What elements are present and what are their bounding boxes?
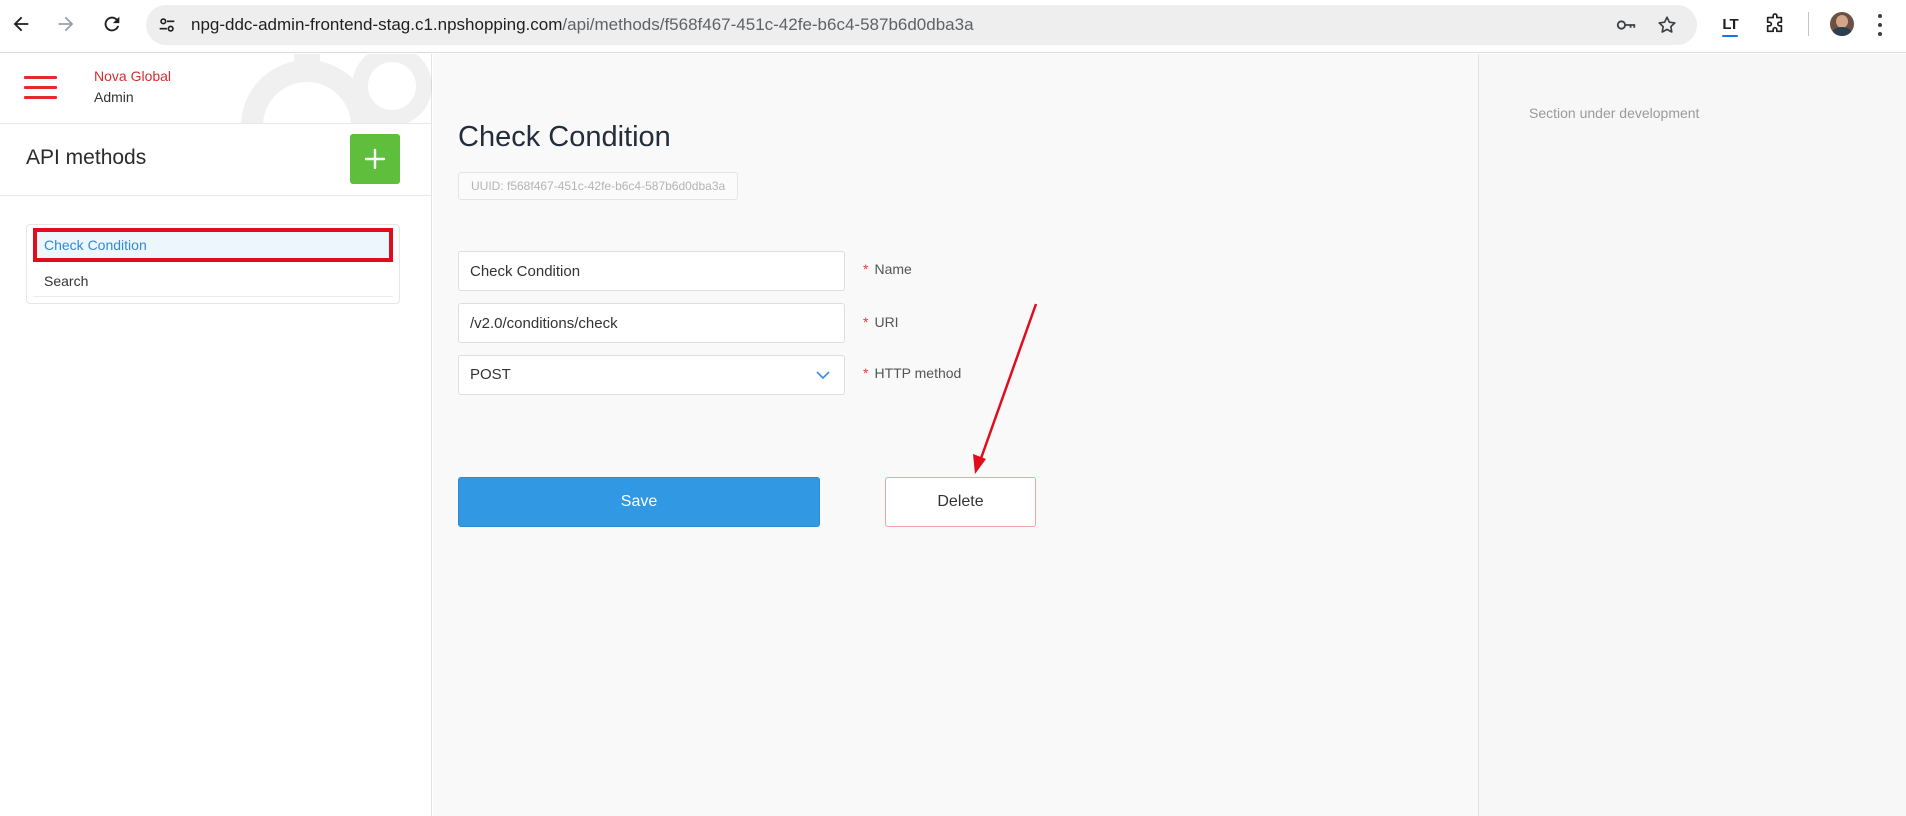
annotation-arrow xyxy=(973,303,1038,474)
list-item-check-condition[interactable]: Check Condition xyxy=(33,228,393,262)
sidebar: Nova Global Admin API methods Check Cond… xyxy=(0,54,432,816)
url-host: npg-ddc-admin-frontend-stag.c1.npshoppin… xyxy=(191,15,563,34)
name-label: * Name xyxy=(863,261,912,277)
http-method-select[interactable]: POST xyxy=(458,355,845,395)
site-settings-icon[interactable] xyxy=(156,14,178,36)
uri-label-text: URI xyxy=(874,314,899,330)
brand-name: Nova Global xyxy=(94,68,172,84)
sidebar-logo-area: Nova Global Admin xyxy=(0,54,432,124)
reload-icon xyxy=(104,16,120,32)
url-text[interactable]: npg-ddc-admin-frontend-stag.c1.npshoppin… xyxy=(191,14,974,36)
required-mark: * xyxy=(863,365,869,381)
methods-list: Check Condition Search xyxy=(26,224,400,304)
back-button[interactable] xyxy=(6,9,36,39)
reload-button[interactable] xyxy=(97,9,127,39)
url-path: /api/methods/f568f467-451c-42fe-b6c4-587… xyxy=(562,15,974,34)
brand-subtitle: Admin xyxy=(94,89,134,105)
app-window: npg-ddc-admin-frontend-stag.c1.npshoppin… xyxy=(0,0,1906,816)
lt-extension-icon: LT xyxy=(1722,15,1739,37)
required-mark: * xyxy=(863,314,869,330)
gear-watermark-icon xyxy=(241,54,432,123)
add-method-button[interactable] xyxy=(350,134,400,184)
http-method-label-text: HTTP method xyxy=(874,365,962,381)
name-field[interactable] xyxy=(458,251,845,291)
http-method-label: * HTTP method xyxy=(863,365,961,381)
uri-label: * URI xyxy=(863,314,899,330)
sidebar-header: API methods xyxy=(0,124,432,196)
uuid-badge: UUID: f568f467-451c-42fe-b6c4-587b6d0dba… xyxy=(458,172,739,200)
plus-icon xyxy=(364,148,386,170)
name-label-text: Name xyxy=(874,261,912,277)
uri-field[interactable] xyxy=(458,303,845,343)
profile-avatar[interactable] xyxy=(1830,12,1854,36)
browser-toolbar: npg-ddc-admin-frontend-stag.c1.npshoppin… xyxy=(0,0,1906,53)
hamburger-menu-icon[interactable] xyxy=(24,76,57,100)
required-mark: * xyxy=(863,261,869,277)
password-key-icon[interactable] xyxy=(1615,14,1637,36)
http-method-value: POST xyxy=(470,366,511,383)
list-item-search[interactable]: Search xyxy=(33,265,393,297)
save-button[interactable]: Save xyxy=(458,477,820,527)
page-title: Check Condition xyxy=(458,121,671,153)
lt-extension-button[interactable]: LT xyxy=(1717,11,1743,37)
forward-icon xyxy=(58,16,74,32)
name-input[interactable] xyxy=(470,252,844,290)
toolbar-divider xyxy=(1808,12,1809,36)
back-icon xyxy=(13,16,29,32)
forward-button[interactable] xyxy=(51,9,81,39)
bookmark-star-icon[interactable] xyxy=(1656,14,1678,36)
main-content: Check Condition UUID: f568f467-451c-42fe… xyxy=(433,54,1478,816)
address-bar[interactable]: npg-ddc-admin-frontend-stag.c1.npshoppin… xyxy=(146,5,1697,45)
uri-input[interactable] xyxy=(470,304,844,342)
menu-kebab-icon[interactable] xyxy=(1877,14,1883,36)
section-under-development-note: Section under development xyxy=(1529,105,1700,121)
right-panel: Section under development xyxy=(1478,54,1906,816)
extensions-puzzle-icon xyxy=(1766,13,1783,33)
sidebar-title: API methods xyxy=(26,146,147,169)
extensions-button[interactable] xyxy=(1762,11,1788,37)
chevron-down-icon xyxy=(816,371,830,380)
delete-button[interactable]: Delete xyxy=(885,477,1036,527)
